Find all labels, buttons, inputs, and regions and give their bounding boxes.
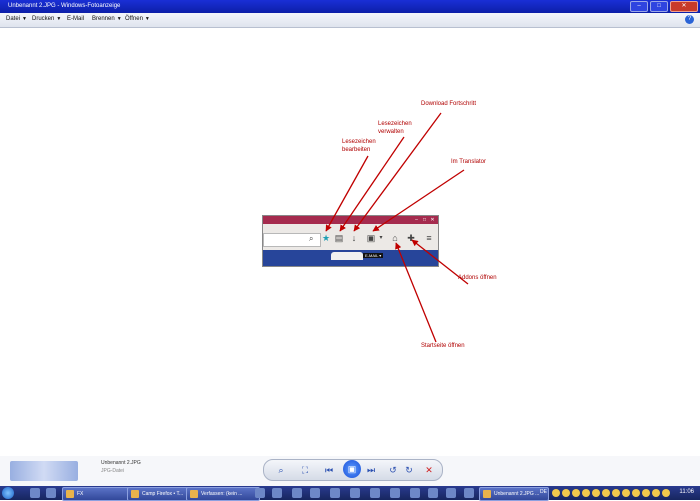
tray-icon-11[interactable] xyxy=(652,489,660,497)
actual-size-icon[interactable]: ⛶ xyxy=(298,463,312,477)
quicklaunch-icon-2[interactable] xyxy=(46,488,56,498)
arrow-startseite-oeffnen xyxy=(395,242,437,343)
viewer-controls: ⌕ ⛶ ⏮ ▣ ⏭ ↺ ↻ ✕ xyxy=(263,459,443,481)
taskbar-icon-f[interactable] xyxy=(350,488,360,498)
info-filetype: JPG-Datei xyxy=(101,468,125,474)
tray-icon-6[interactable] xyxy=(602,489,610,497)
next-icon[interactable]: ⏭ xyxy=(364,463,378,477)
taskbar-icon-a[interactable] xyxy=(255,488,265,498)
slideshow-button[interactable]: ▣ xyxy=(343,460,361,478)
arrow-im-translator xyxy=(372,169,465,232)
rotate-right-icon[interactable]: ↻ xyxy=(402,463,416,477)
taskbar: FX Camp Firefox • T... Verfassen: (kein … xyxy=(0,486,700,501)
tray-icon-1[interactable] xyxy=(552,489,560,497)
tray-icon-2[interactable] xyxy=(562,489,570,497)
taskbar-icon-j[interactable] xyxy=(428,488,438,498)
taskbar-window-3[interactable]: Verfassen: (kein ... xyxy=(186,487,260,501)
system-tray xyxy=(552,487,670,497)
taskbar-icon-k[interactable] xyxy=(446,488,456,498)
tray-icon-10[interactable] xyxy=(642,489,650,497)
tray-icon-9[interactable] xyxy=(632,489,640,497)
taskbar-icon-h[interactable] xyxy=(390,488,400,498)
taskbar-icon-e[interactable] xyxy=(330,488,340,498)
tray-icon-3[interactable] xyxy=(572,489,580,497)
taskbar-icon-d[interactable] xyxy=(310,488,320,498)
taskbar-icon-i[interactable] xyxy=(410,488,420,498)
label-lesezeichen-bearbeiten: Lesezeichen bearbeiten xyxy=(342,139,376,153)
tray-icon-4[interactable] xyxy=(582,489,590,497)
tray-icon-8[interactable] xyxy=(622,489,630,497)
label-startseite-oeffnen: Startseite öffnen xyxy=(421,343,465,349)
annotation-arrows xyxy=(325,112,469,343)
taskbar-icon-g[interactable] xyxy=(370,488,380,498)
label-lesezeichen-verwalten: Lesezeichen verwalten xyxy=(378,121,412,135)
label-addons-oeffnen: Addons öffnen xyxy=(458,275,497,281)
label-im-translator: Im Translator xyxy=(451,159,487,165)
label-download-fortschritt: Download Fortschritt xyxy=(421,101,477,107)
taskbar-window-4[interactable]: Unbenannt 2.JPG ... xyxy=(479,487,549,501)
taskbar-icon-c[interactable] xyxy=(292,488,302,498)
tray-icon-12[interactable] xyxy=(662,489,670,497)
rotate-left-icon[interactable]: ↺ xyxy=(386,463,400,477)
taskbar-window-1[interactable]: FX xyxy=(62,487,136,501)
previous-icon[interactable]: ⏮ xyxy=(322,463,336,477)
clock: 11:06 xyxy=(679,489,694,495)
tray-icon-7[interactable] xyxy=(612,489,620,497)
taskbar-icon-b[interactable] xyxy=(272,488,282,498)
thumbnail-preview xyxy=(10,461,78,481)
start-button[interactable] xyxy=(2,487,14,499)
quicklaunch-icon-1[interactable] xyxy=(30,488,40,498)
taskbar-icon-l[interactable] xyxy=(464,488,474,498)
delete-icon[interactable]: ✕ xyxy=(422,463,436,477)
zoom-icon[interactable]: ⌕ xyxy=(274,463,288,477)
language-indicator[interactable]: DE xyxy=(540,489,547,495)
info-filename: Unbenannt 2.JPG xyxy=(101,460,141,466)
tray-icon-5[interactable] xyxy=(592,489,600,497)
